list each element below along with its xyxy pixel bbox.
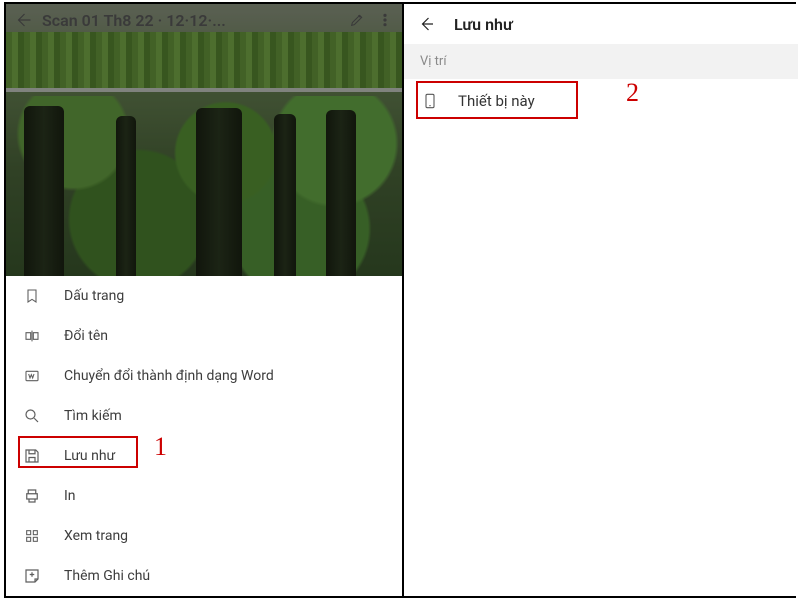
location-label: Thiết bị này [458, 92, 535, 110]
search-icon [22, 406, 42, 426]
word-doc-icon [22, 366, 42, 386]
right-screenshot: Lưu như Vị trí Thiết bị này 2 [404, 4, 798, 596]
menu-label: Đổi tên [64, 328, 386, 344]
menu-item-convert-word[interactable]: Chuyển đổi thành định dạng Word [6, 356, 402, 396]
left-screenshot: Scan 01 Th8 22 · 12·12·... Dấu trang [6, 4, 402, 596]
menu-item-print[interactable]: In [6, 476, 402, 516]
bookmark-icon [22, 286, 42, 306]
menu-label: Chuyển đổi thành định dạng Word [64, 368, 386, 384]
menu-label: Tìm kiếm [64, 408, 386, 424]
menu-item-view-pages[interactable]: Xem trang [6, 516, 402, 556]
menu-label: Xem trang [64, 528, 386, 544]
menu-label: Thêm Ghi chú [64, 568, 386, 584]
grid-icon [22, 526, 42, 546]
menu-item-save-as[interactable]: Lưu như [6, 436, 402, 476]
annotation-number-1: 1 [154, 432, 167, 462]
document-title: Scan 01 Th8 22 · 12·12·... [42, 11, 338, 30]
add-note-icon [22, 566, 42, 586]
menu-item-search[interactable]: Tìm kiếm [6, 396, 402, 436]
edit-pencil-icon[interactable] [348, 11, 366, 29]
rename-icon [22, 326, 42, 346]
menu-label: Lưu như [64, 448, 386, 464]
menu-item-add-note[interactable]: Thêm Ghi chú [6, 556, 402, 596]
menu-item-bookmark[interactable]: Dấu trang [6, 276, 402, 316]
back-arrow-icon[interactable] [418, 15, 436, 33]
document-preview-area: Scan 01 Th8 22 · 12·12·... [6, 4, 402, 276]
tutorial-frame: Scan 01 Th8 22 · 12·12·... Dấu trang [4, 2, 796, 598]
menu-label: Dấu trang [64, 288, 386, 304]
overflow-menu-icon[interactable] [376, 11, 394, 29]
menu-item-rename[interactable]: Đổi tên [6, 316, 402, 356]
dim-overlay [6, 4, 402, 276]
print-icon [22, 486, 42, 506]
back-arrow-icon[interactable] [14, 11, 32, 29]
annotation-number-2: 2 [626, 78, 639, 108]
location-section-label: Vị trí [404, 44, 798, 79]
save-as-header: Lưu như [404, 4, 798, 44]
menu-label: In [64, 488, 386, 504]
location-this-device[interactable]: Thiết bị này [404, 79, 798, 123]
save-as-title: Lưu như [454, 15, 513, 34]
device-phone-icon [420, 88, 440, 114]
save-icon [22, 446, 42, 466]
context-menu: Dấu trang Đổi tên Chuyển đổi thành định … [6, 276, 402, 596]
document-header: Scan 01 Th8 22 · 12·12·... [6, 4, 402, 36]
